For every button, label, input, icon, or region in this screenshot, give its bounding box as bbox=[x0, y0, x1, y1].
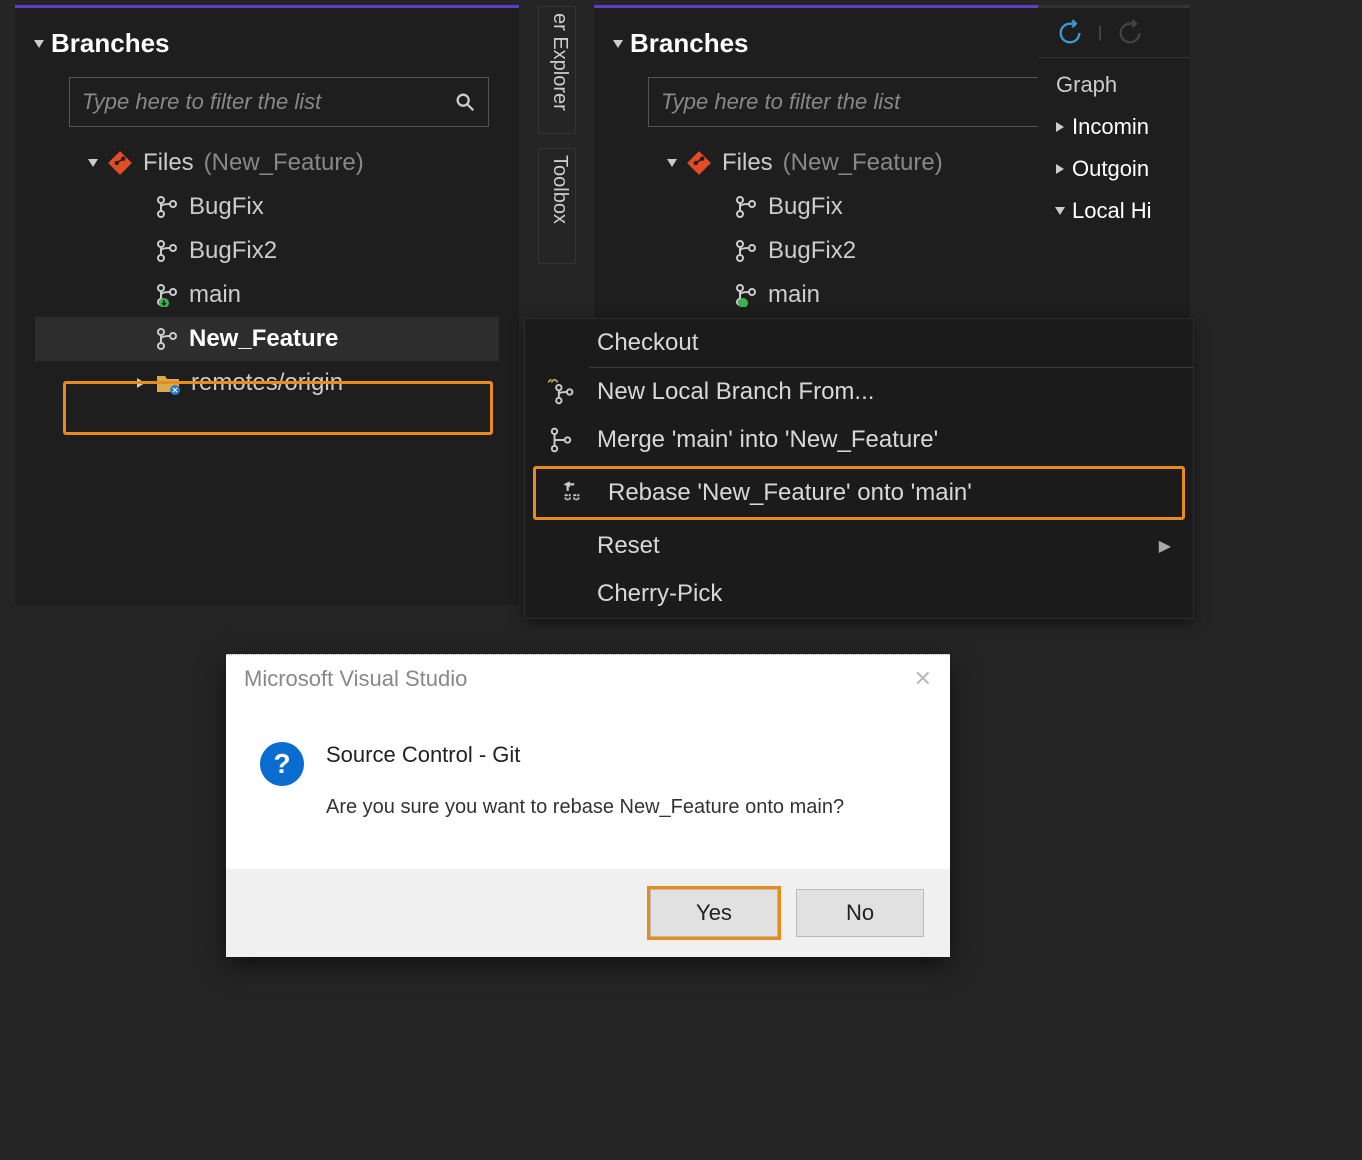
close-icon[interactable]: ✕ bbox=[914, 666, 932, 692]
branch-row-newfeature[interactable]: New_Feature bbox=[35, 317, 499, 361]
branches-title: Branches bbox=[630, 28, 749, 59]
menu-merge[interactable]: Merge 'main' into 'New_Feature' bbox=[525, 416, 1193, 464]
graph-toolbar: | bbox=[1038, 8, 1190, 58]
no-button[interactable]: No bbox=[796, 889, 924, 937]
dialog-footer: Yes No bbox=[226, 869, 950, 957]
incoming-row[interactable]: Incomin bbox=[1038, 106, 1190, 148]
branches-heading: Branches bbox=[15, 8, 519, 67]
repo-current-branch: (New_Feature) bbox=[204, 149, 364, 177]
branch-label: BugFix bbox=[768, 193, 843, 221]
branch-tracked-icon bbox=[734, 283, 758, 307]
refresh-dim-icon[interactable] bbox=[1116, 19, 1144, 47]
question-icon: ? bbox=[260, 742, 304, 786]
side-tab-toolbox[interactable]: Toolbox bbox=[538, 148, 576, 264]
side-tab-label: er Explorer bbox=[549, 13, 571, 111]
branch-label: main bbox=[768, 281, 820, 309]
branch-icon bbox=[734, 239, 758, 263]
highlight-selected-branch bbox=[63, 381, 493, 435]
yes-button[interactable]: Yes bbox=[650, 889, 778, 937]
expander-icon[interactable] bbox=[88, 159, 98, 167]
rebase-icon bbox=[559, 480, 585, 506]
outgoing-row[interactable]: Outgoin bbox=[1038, 148, 1190, 190]
dialog-title-bar: Microsoft Visual Studio ✕ bbox=[226, 654, 950, 702]
branch-label: New_Feature bbox=[189, 325, 338, 353]
incoming-label: Incomin bbox=[1072, 114, 1149, 140]
expander-icon[interactable] bbox=[1056, 164, 1064, 174]
dialog-heading: Source Control - Git bbox=[326, 742, 844, 768]
branch-row-bugfix[interactable]: BugFix bbox=[35, 185, 499, 229]
dialog-body: ? Source Control - Git Are you sure you … bbox=[226, 702, 950, 869]
filter-input[interactable] bbox=[661, 89, 1091, 115]
branch-label: BugFix bbox=[189, 193, 264, 221]
branch-icon bbox=[155, 327, 179, 351]
branch-row-main[interactable]: main bbox=[35, 273, 499, 317]
menu-label: Checkout bbox=[597, 329, 1171, 357]
submenu-arrow-icon: ▶ bbox=[1159, 536, 1171, 556]
dialog-message: Are you sure you want to rebase New_Feat… bbox=[326, 796, 844, 819]
branch-row-bugfix2[interactable]: BugFix2 bbox=[35, 229, 499, 273]
menu-label: Rebase 'New_Feature' onto 'main' bbox=[608, 479, 1160, 507]
repo-name: Files bbox=[143, 149, 194, 177]
repo-current-branch: (New_Feature) bbox=[783, 149, 943, 177]
menu-checkout[interactable]: Checkout bbox=[525, 319, 1193, 367]
graph-header: Graph bbox=[1038, 58, 1190, 106]
branches-title: Branches bbox=[51, 28, 170, 59]
branch-tree: Files (New_Feature) BugFix BugFix2 main … bbox=[15, 141, 519, 405]
git-repo-icon bbox=[107, 150, 133, 176]
filter-input[interactable] bbox=[82, 89, 446, 115]
new-branch-icon bbox=[548, 379, 574, 405]
branch-label: main bbox=[189, 281, 241, 309]
filter-box[interactable] bbox=[69, 77, 489, 127]
menu-label: Reset bbox=[597, 532, 1141, 560]
button-label: Yes bbox=[696, 900, 732, 925]
search-icon[interactable] bbox=[454, 91, 476, 113]
menu-label: New Local Branch From... bbox=[597, 378, 1171, 406]
outgoing-label: Outgoin bbox=[1072, 156, 1149, 182]
branch-icon bbox=[155, 239, 179, 263]
merge-icon bbox=[548, 427, 574, 453]
branch-icon bbox=[155, 195, 179, 219]
local-history-row[interactable]: Local Hi bbox=[1038, 190, 1190, 232]
menu-rebase[interactable]: Rebase 'New_Feature' onto 'main' bbox=[533, 466, 1185, 520]
repo-row[interactable]: Files (New_Feature) bbox=[35, 141, 499, 185]
expander-icon[interactable] bbox=[667, 159, 677, 167]
menu-reset[interactable]: Reset ▶ bbox=[525, 522, 1193, 570]
button-label: No bbox=[846, 900, 874, 925]
refresh-icon[interactable] bbox=[1056, 19, 1084, 47]
expander-icon[interactable] bbox=[1056, 122, 1064, 132]
repo-name: Files bbox=[722, 149, 773, 177]
expander-icon[interactable] bbox=[34, 40, 44, 48]
branch-context-menu: Checkout New Local Branch From... Merge … bbox=[524, 318, 1194, 619]
branch-label: BugFix2 bbox=[768, 237, 856, 265]
branch-tracked-icon bbox=[155, 283, 179, 307]
branch-label: BugFix2 bbox=[189, 237, 277, 265]
branch-icon bbox=[734, 195, 758, 219]
side-tab-explorer[interactable]: er Explorer bbox=[538, 6, 576, 134]
dialog-title: Microsoft Visual Studio bbox=[244, 666, 467, 692]
local-history-label: Local Hi bbox=[1072, 198, 1151, 224]
git-repo-icon bbox=[686, 150, 712, 176]
confirm-dialog: Microsoft Visual Studio ✕ ? Source Contr… bbox=[226, 654, 950, 957]
menu-label: Cherry-Pick bbox=[597, 580, 1171, 608]
expander-icon[interactable] bbox=[613, 40, 623, 48]
menu-label: Merge 'main' into 'New_Feature' bbox=[597, 426, 1171, 454]
expander-icon[interactable] bbox=[1055, 207, 1065, 215]
branches-panel-left: Branches Files (New_Feature) BugFix BugF… bbox=[15, 5, 519, 605]
menu-cherry-pick[interactable]: Cherry-Pick bbox=[525, 570, 1193, 618]
menu-new-branch[interactable]: New Local Branch From... bbox=[525, 368, 1193, 416]
side-tab-label: Toolbox bbox=[549, 155, 571, 224]
